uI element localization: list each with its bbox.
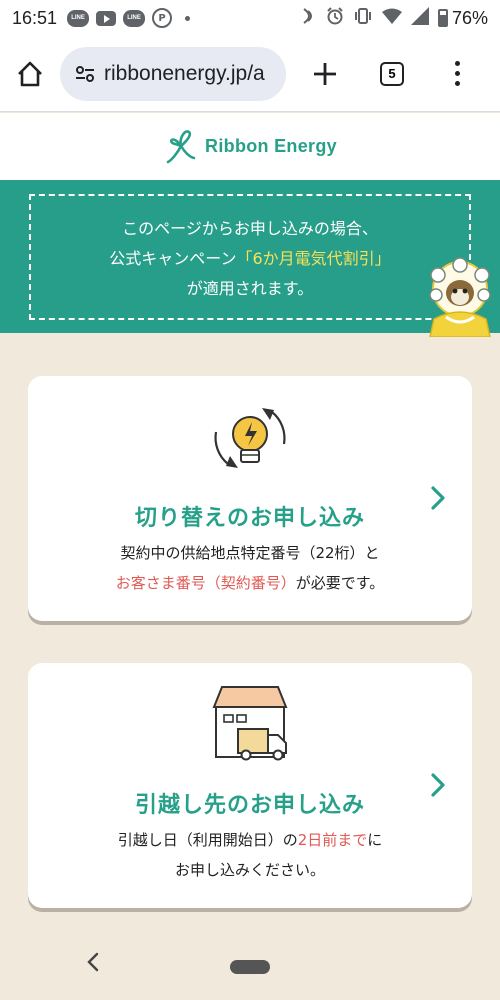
switch-card-description: 契約中の供給地点特定番号（22桁）と お客さま番号（契約番号）が必要です。 bbox=[28, 538, 472, 598]
banner-line-1: このページからお申し込みの場合、 bbox=[122, 219, 378, 238]
banner-line-2: 公式キャンペーン「6か月電気代割引」 bbox=[109, 245, 390, 269]
youtube-icon bbox=[96, 10, 117, 26]
moving-card-description: 引越し日（利用開始日）の2日前までに お申し込みください。 bbox=[28, 825, 472, 885]
url-text: ribbonenergy.jp/a bbox=[104, 61, 265, 85]
banner-line-3: が適用されます。 bbox=[186, 279, 314, 298]
new-tab-button[interactable] bbox=[290, 36, 360, 112]
moving-card-desc-line1: 引越し日（利用開始日）の2日前までに bbox=[28, 825, 472, 855]
lightbulb-switch-icon bbox=[214, 408, 286, 468]
line-icon: LINE bbox=[123, 9, 146, 27]
back-icon[interactable] bbox=[86, 952, 100, 972]
battery-icon bbox=[437, 9, 448, 27]
vibrate-icon bbox=[353, 7, 373, 29]
line-icon: LINE bbox=[67, 9, 90, 27]
overflow-menu-button[interactable] bbox=[424, 36, 490, 112]
moving-application-card[interactable]: 引越し先のお申し込み 引越し日（利用開始日）の2日前までに お申し込みください。 bbox=[28, 663, 472, 908]
chevron-right-icon[interactable] bbox=[426, 773, 450, 797]
mascot-character-icon bbox=[429, 257, 491, 337]
wifi-icon bbox=[381, 8, 402, 28]
switch-card-desc-line1: 契約中の供給地点特定番号（22桁）と bbox=[120, 544, 380, 562]
plus-icon bbox=[314, 62, 336, 85]
logo-text[interactable]: Ribbon Energy bbox=[205, 136, 337, 157]
banner-line-2-text: 公式キャンペーン bbox=[109, 249, 237, 268]
switch-card-required-number: お客さま番号（契約番号） bbox=[115, 574, 296, 592]
status-bar: 16:51 LINE LINE P 76% bbox=[0, 0, 500, 36]
switch-application-card[interactable]: 切り替えのお申し込み 契約中の供給地点特定番号（22桁）と お客さま番号（契約番… bbox=[28, 376, 472, 621]
tab-count: 5 bbox=[380, 61, 404, 86]
banner-highlight: 「6か月電気代割引」 bbox=[236, 249, 391, 268]
moving-card-title: 引越し先のお申し込み bbox=[134, 793, 365, 818]
switch-card-desc-line2: お客さま番号（契約番号）が必要です。 bbox=[28, 568, 472, 598]
tab-switcher-button[interactable]: 5 bbox=[360, 36, 424, 112]
home-icon bbox=[18, 61, 42, 86]
banner-dashed-box: このページからお申し込みの場合、 公式キャンペーン「6か月電気代割引」 が適用さ… bbox=[29, 194, 471, 320]
battery-indicator: 76% bbox=[437, 7, 488, 29]
parking-icon: P bbox=[152, 8, 173, 28]
site-header: Ribbon Energy bbox=[0, 113, 500, 180]
moving-truck-house-icon bbox=[212, 686, 288, 761]
moving-card-desc-after: に bbox=[367, 831, 383, 849]
nfc-icon bbox=[301, 7, 317, 29]
switch-card-title: 切り替えのお申し込み bbox=[134, 506, 365, 531]
moving-card-desc-line2: お申し込みください。 bbox=[174, 861, 325, 879]
browser-toolbar: ribbonenergy.jp/a 5 bbox=[0, 36, 500, 112]
signal-icon bbox=[410, 7, 429, 29]
ribbon-logo-icon[interactable] bbox=[163, 129, 199, 164]
more-notifications-dot-icon bbox=[185, 15, 191, 21]
site-settings-icon[interactable] bbox=[74, 63, 96, 85]
alarm-icon bbox=[326, 7, 344, 29]
status-time: 16:51 bbox=[12, 7, 58, 28]
system-navigation-bar bbox=[0, 940, 500, 1000]
campaign-banner: このページからお申し込みの場合、 公式キャンペーン「6か月電気代割引」 が適用さ… bbox=[0, 180, 500, 337]
home-button[interactable] bbox=[0, 36, 60, 112]
chevron-right-icon[interactable] bbox=[426, 486, 450, 510]
battery-percent: 76% bbox=[451, 7, 488, 28]
moving-card-deadline: 2日前まで bbox=[297, 831, 368, 849]
address-bar[interactable]: ribbonenergy.jp/a bbox=[60, 46, 286, 101]
moving-card-desc-before: 引越し日（利用開始日）の bbox=[117, 831, 298, 849]
home-gesture-pill[interactable] bbox=[230, 960, 270, 974]
switch-card-desc-line2-rest: が必要です。 bbox=[295, 574, 385, 592]
